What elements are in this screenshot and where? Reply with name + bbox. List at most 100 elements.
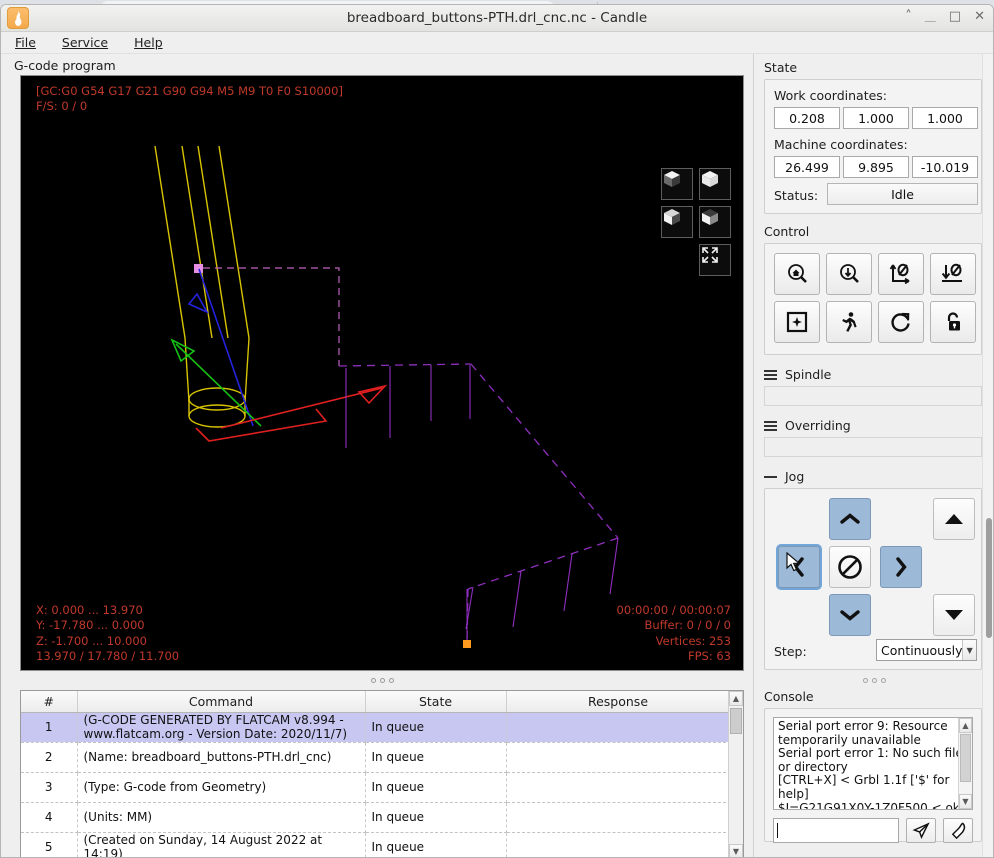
scrollbar-thumb[interactable] — [730, 708, 742, 734]
scrollbar-thumb[interactable] — [960, 734, 971, 782]
right-panel-scrollbar[interactable] — [982, 54, 994, 858]
pane-splitter[interactable] — [20, 674, 744, 686]
fit-view-icon[interactable] — [699, 244, 731, 276]
reset-icon[interactable] — [878, 301, 924, 343]
text-caret — [777, 823, 778, 838]
gcode-3d-viewport[interactable]: [GC:G0 G54 G17 G21 G90 G94 M5 M9 T0 F0 S… — [20, 75, 744, 671]
jog-z-up-button[interactable] — [933, 498, 975, 540]
jog-right-button[interactable] — [880, 546, 922, 588]
main-content: G-code program — [1, 54, 993, 858]
collapse-icon[interactable]: ˄ — [905, 8, 912, 26]
splitter-dot — [380, 678, 385, 683]
jog-section-header[interactable]: Jog — [764, 469, 994, 484]
jog-left-button[interactable] — [778, 546, 820, 588]
viewport-time: 00:00:00 / 00:00:07 — [617, 603, 731, 617]
jog-stop-button[interactable] — [829, 546, 871, 588]
top-view-icon[interactable] — [699, 168, 731, 200]
chevron-down-icon[interactable]: ▼ — [962, 640, 976, 660]
viewport-y-range: Y: -17.780 ... 0.000 — [36, 618, 145, 632]
cell-command: (G-CODE GENERATED BY FLATCAM v8.994 - ww… — [77, 712, 365, 742]
viewport-bounds-overlay: X: 0.000 ... 13.970Y: -17.780 ... 0.000Z… — [36, 603, 179, 664]
machine-coordinates-label: Machine coordinates: — [774, 137, 908, 152]
close-icon[interactable]: ✕ — [974, 8, 985, 26]
cell-response — [506, 772, 730, 802]
console-command-input[interactable] — [773, 818, 899, 843]
isometric-view-icon[interactable] — [661, 168, 693, 200]
viewport-gc-line: [GC:G0 G54 G17 G21 G90 G94 M5 M9 T0 F0 S… — [36, 84, 343, 98]
scroll-up-icon[interactable]: ▲ — [959, 718, 972, 733]
column-header-response[interactable]: Response — [506, 691, 730, 712]
maximize-icon[interactable]: □ — [949, 8, 961, 26]
overriding-panel[interactable] — [764, 437, 982, 457]
splitter-dot — [881, 678, 886, 683]
minus-icon — [764, 476, 777, 478]
splitter-dot — [371, 678, 376, 683]
table-header-row: # Command State Response — [21, 691, 730, 712]
jog-step-select[interactable]: Continuously ▼ — [876, 639, 977, 661]
column-header-index[interactable]: # — [21, 691, 77, 712]
column-header-command[interactable]: Command — [77, 691, 365, 712]
left-view-icon[interactable] — [699, 206, 731, 238]
jog-z-down-button[interactable] — [933, 594, 975, 636]
panel-splitter[interactable] — [754, 675, 994, 685]
gcode-program-label: G-code program — [14, 58, 116, 73]
overriding-title: Overriding — [785, 418, 851, 433]
jog-step-value: Continuously — [877, 643, 962, 658]
machine-y-field: 9.895 — [843, 156, 909, 178]
jog-title: Jog — [785, 469, 804, 484]
cell-index: 2 — [21, 742, 77, 772]
table-scrollbar[interactable]: ▲ ▼ — [728, 691, 743, 858]
viewport-fs-line: F/S: 0 / 0 — [36, 99, 87, 113]
column-header-state[interactable]: State — [365, 691, 506, 712]
table-row[interactable]: 3 (Type: G-code from Geometry) In queue — [21, 772, 730, 802]
table-row[interactable]: 1 (G-CODE GENERATED BY FLATCAM v8.994 - … — [21, 712, 730, 742]
viewport-fps: FPS: 63 — [688, 649, 731, 663]
console-output[interactable]: Serial port error 9: Resource temporaril… — [773, 717, 973, 810]
scroll-down-icon[interactable]: ▼ — [959, 794, 972, 809]
minimize-icon[interactable]: ＿ — [925, 8, 936, 26]
zero-probe-icon[interactable] — [826, 253, 872, 295]
console-line: Serial port error 9: Resource temporaril… — [778, 720, 968, 747]
front-view-icon[interactable] — [661, 206, 693, 238]
spindle-panel[interactable] — [764, 386, 982, 406]
candle-main-window: breadboard_buttons-PTH.drl_cnc.nc - Cand… — [0, 4, 994, 858]
machine-z-field: -10.019 — [912, 156, 978, 178]
jog-down-button[interactable] — [829, 594, 871, 636]
viewport-z-range: Z: -1.700 ... 10.000 — [36, 634, 147, 648]
home-icon[interactable] — [774, 253, 820, 295]
set-zero-icon[interactable] — [774, 301, 820, 343]
table-row[interactable]: 2 (Name: breadboard_buttons-PTH.drl_cnc)… — [21, 742, 730, 772]
menu-help-label: Help — [134, 35, 163, 50]
scroll-up-icon[interactable]: ▲ — [729, 691, 743, 706]
gcode-table[interactable]: # Command State Response 1 (G-CODE GENER… — [20, 690, 744, 858]
cell-command: (Units: MM) — [77, 802, 365, 832]
scrollbar-thumb[interactable] — [986, 518, 992, 638]
safe-position-icon[interactable] — [878, 253, 924, 295]
menu-item-file[interactable]: File — [11, 34, 40, 51]
menu-service-label: Service — [62, 35, 108, 50]
zero-z-icon[interactable] — [930, 253, 976, 295]
scroll-down-icon[interactable]: ▼ — [729, 844, 743, 858]
viewport-stats-overlay: 00:00:00 / 00:00:07Buffer: 0 / 0 / 0Vert… — [617, 603, 731, 664]
overriding-section-header[interactable]: Overriding — [764, 418, 994, 433]
cell-state: In queue — [365, 832, 506, 858]
jog-up-button[interactable] — [829, 498, 871, 540]
splitter-dot — [863, 678, 868, 683]
console-line: [CTRL+X] < Grbl 1.1f ['$' for help] — [778, 774, 968, 801]
console-scrollbar[interactable]: ▲ ▼ — [958, 718, 972, 809]
menu-item-help[interactable]: Help — [130, 34, 167, 51]
clear-icon[interactable] — [943, 818, 973, 843]
unlock-icon[interactable] — [930, 301, 976, 343]
work-y-field[interactable]: 1.000 — [843, 107, 909, 129]
spindle-section-header[interactable]: Spindle — [764, 367, 994, 382]
menu-item-service[interactable]: Service — [58, 34, 112, 51]
run-icon[interactable] — [826, 301, 872, 343]
splitter-dot — [872, 678, 877, 683]
table-row[interactable]: 5 (Created on Sunday, 14 August 2022 at … — [21, 832, 730, 858]
work-z-field[interactable]: 1.000 — [912, 107, 978, 129]
work-x-field[interactable]: 0.208 — [774, 107, 840, 129]
send-icon[interactable] — [906, 818, 936, 843]
table-row[interactable]: 4 (Units: MM) In queue — [21, 802, 730, 832]
status-label: Status: — [774, 188, 818, 203]
cell-state: In queue — [365, 742, 506, 772]
